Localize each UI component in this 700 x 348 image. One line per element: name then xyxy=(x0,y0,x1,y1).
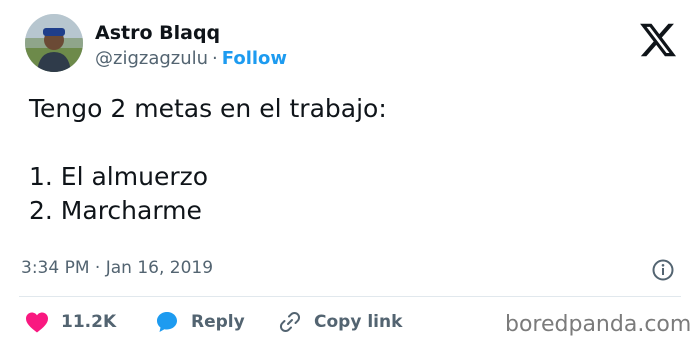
x-logo-icon[interactable] xyxy=(638,20,678,60)
divider xyxy=(19,296,681,297)
author-handle-row: @zigzagzulu · Follow xyxy=(95,50,287,68)
reply-button[interactable]: Reply xyxy=(155,308,245,336)
tweet-timestamp[interactable]: 3:34 PM · Jan 16, 2019 xyxy=(21,260,213,277)
author-handle[interactable]: @zigzagzulu xyxy=(95,48,208,69)
link-icon xyxy=(279,311,301,333)
watermark: boredpanda.com xyxy=(505,312,692,337)
author-name[interactable]: Astro Blaqq xyxy=(95,24,220,43)
separator-dot: · xyxy=(212,48,218,69)
like-button[interactable]: 11.2K xyxy=(25,308,116,336)
like-count: 11.2K xyxy=(61,312,117,332)
tweet-line xyxy=(29,126,387,160)
speech-bubble-icon xyxy=(157,312,177,332)
follow-button[interactable]: Follow xyxy=(222,48,287,69)
copy-link-label: Copy link xyxy=(314,312,403,332)
tweet-card: Astro Blaqq @zigzagzulu · Follow Tengo 2 m… xyxy=(0,0,700,348)
heart-icon xyxy=(26,312,48,333)
reply-label: Reply xyxy=(191,312,245,332)
tweet-line: Tengo 2 metas en el trabajo: xyxy=(29,94,387,123)
tweet-line: 1. El almuerzo xyxy=(29,162,209,191)
copy-link-button[interactable]: Copy link xyxy=(278,308,402,336)
tweet-text: Tengo 2 metas en el trabajo: 1. El almue… xyxy=(29,92,387,228)
tweet-line: 2. Marcharme xyxy=(29,196,202,225)
avatar[interactable] xyxy=(25,14,83,72)
info-icon[interactable] xyxy=(651,258,675,282)
